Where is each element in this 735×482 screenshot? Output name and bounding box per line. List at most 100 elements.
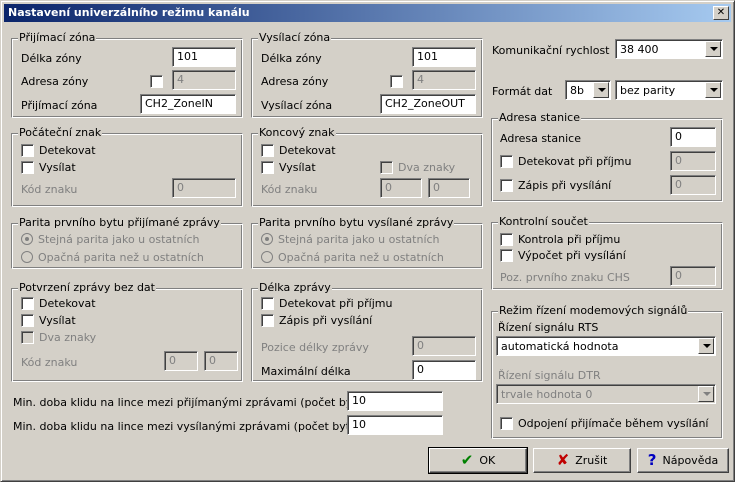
receive-zone-length-input[interactable]: 101: [172, 47, 236, 67]
cancel-button[interactable]: ✘ Zrušit: [533, 448, 631, 473]
receive-zone-address-input[interactable]: 4: [172, 70, 236, 90]
send-zone-name-label: Vysílací zóna: [261, 99, 333, 112]
end-char-detect-label: Detekovat: [279, 144, 336, 157]
ack-nodata-send-label: Vysílat: [39, 314, 76, 327]
comm-bits-value: 8b: [570, 84, 584, 97]
end-char-two-chars-label: Dva znaky: [398, 161, 456, 174]
window-title: Nastavení univerzálního režimu kanálu: [8, 6, 250, 19]
checksum-tx-checkbox[interactable]: [500, 249, 513, 262]
modem-dtr-value: trvale hodnota 0: [501, 388, 593, 401]
send-zone-name-input[interactable]: CH2_ZoneOUT: [380, 94, 476, 114]
chevron-down-icon[interactable]: [593, 82, 609, 98]
chevron-down-icon[interactable]: [705, 82, 721, 98]
send-zone-legend: Vysílací zóna: [258, 31, 332, 44]
start-char-code-input[interactable]: 0: [172, 178, 236, 198]
ack-nodata-two-chars-checkbox[interactable]: [21, 331, 34, 344]
end-char-code-input-1[interactable]: 0: [380, 178, 422, 198]
start-char-send-checkbox[interactable]: [21, 161, 34, 174]
chevron-down-icon[interactable]: [698, 338, 714, 354]
parity-tx-diff-radio[interactable]: [261, 251, 273, 263]
end-char-code-input-2[interactable]: 0: [428, 178, 470, 198]
parity-tx-diff-label: Opačná parita než u ostatních: [278, 251, 444, 264]
msg-length-pos-label: Pozice délky zprávy: [261, 341, 369, 354]
comm-speed-value: 38 400: [620, 43, 659, 56]
ack-nodata-code-input-1[interactable]: 0: [164, 351, 198, 371]
msg-length-write-checkbox[interactable]: [261, 314, 274, 327]
modem-group: Režim řízení modemových signálů Řízení s…: [491, 304, 723, 439]
parity-rx-diff-label: Opačná parita než u ostatních: [38, 251, 204, 264]
question-icon: ?: [647, 451, 657, 469]
msg-length-legend: Délka zprávy: [258, 281, 332, 294]
modem-disconnect-checkbox[interactable]: [500, 417, 513, 430]
modem-rts-select[interactable]: automatická hodnota: [496, 336, 716, 356]
end-char-send-checkbox[interactable]: [261, 161, 274, 174]
msg-length-write-label: Zápis při vysílání: [279, 314, 373, 327]
start-char-group: Počáteční znak Detekovat Vysílat Kód zna…: [11, 126, 243, 207]
modem-dtr-select[interactable]: trvale hodnota 0: [496, 384, 716, 404]
end-char-legend: Koncový znak: [258, 126, 336, 139]
msg-length-pos-input[interactable]: 0: [412, 336, 476, 356]
send-zone-address-input[interactable]: 4: [412, 70, 476, 90]
idle-rx-input[interactable]: 10: [347, 391, 443, 411]
receive-zone-legend: Přijímací zóna: [18, 31, 97, 44]
dialog-window: Nastavení univerzálního režimu kanálu ✕ …: [0, 0, 735, 482]
end-char-two-chars-checkbox[interactable]: [380, 161, 393, 174]
checksum-group: Kontrolní součet Kontrola při příjmu Výp…: [491, 215, 723, 290]
chevron-down-icon[interactable]: [705, 41, 721, 57]
help-button[interactable]: ? Nápověda: [637, 448, 729, 473]
start-char-send-label: Vysílat: [39, 161, 76, 174]
ack-nodata-detect-checkbox[interactable]: [21, 297, 34, 310]
parity-rx-same-label: Stejná parita jako u ostatních: [38, 233, 200, 246]
receive-zone-name-label: Přijímací zóna: [21, 99, 98, 112]
help-button-label: Nápověda: [662, 454, 719, 467]
checksum-pos-label: Poz. prvního znaku CHS: [500, 271, 630, 284]
station-addr-input[interactable]: 0: [670, 127, 716, 147]
station-detect-checkbox[interactable]: [500, 155, 513, 168]
modem-dtr-label: Řízení signálu DTR: [498, 369, 601, 382]
ack-nodata-send-checkbox[interactable]: [21, 314, 34, 327]
msg-length-detect-checkbox[interactable]: [261, 297, 274, 310]
title-bar[interactable]: Nastavení univerzálního režimu kanálu ✕: [4, 4, 731, 22]
msg-length-group: Délka zprávy Detekovat při příjmu Zápis …: [251, 281, 483, 382]
comm-speed-select[interactable]: 38 400: [615, 39, 723, 59]
end-char-detect-checkbox[interactable]: [261, 144, 274, 157]
receive-zone-address-checkbox[interactable]: [150, 75, 163, 88]
msg-length-max-input[interactable]: 0: [412, 360, 476, 380]
station-detect-label: Detekovat při příjmu: [518, 155, 632, 168]
parity-tx-same-radio[interactable]: [261, 233, 273, 245]
comm-speed-label: Komunikační rychlost: [492, 44, 610, 57]
send-zone-length-input[interactable]: 101: [412, 47, 476, 67]
ack-nodata-code-label: Kód znaku: [21, 356, 78, 369]
check-icon: ✔: [460, 451, 474, 469]
start-char-detect-checkbox[interactable]: [21, 144, 34, 157]
modem-rts-value: automatická hodnota: [501, 340, 619, 353]
receive-zone-address-label: Adresa zóny: [21, 75, 89, 88]
parity-rx-same-radio[interactable]: [21, 233, 33, 245]
ok-button[interactable]: ✔ OK: [428, 447, 528, 474]
msg-length-max-label: Maximální délka: [261, 365, 351, 378]
send-zone-address-checkbox[interactable]: [390, 75, 403, 88]
station-detect-input[interactable]: 0: [670, 151, 716, 171]
parity-tx-legend: Parita prvního bytu vysílané zprávy: [258, 216, 455, 229]
close-button[interactable]: ✕: [713, 6, 729, 20]
ack-nodata-code-input-2[interactable]: 0: [204, 351, 238, 371]
end-char-group: Koncový znak Detekovat Vysílat Dva znaky…: [251, 126, 483, 207]
comm-format-label: Formát dat: [492, 85, 553, 98]
station-write-checkbox[interactable]: [500, 179, 513, 192]
idle-tx-input[interactable]: 10: [347, 415, 443, 435]
checksum-rx-checkbox[interactable]: [500, 233, 513, 246]
comm-bits-select[interactable]: 8b: [565, 80, 611, 100]
ack-nodata-group: Potvrzení zprávy bez dat Detekovat Vysíl…: [11, 281, 243, 382]
send-zone-address-label: Adresa zóny: [261, 75, 329, 88]
comm-parity-select[interactable]: bez parity: [615, 80, 723, 100]
parity-rx-group: Parita prvního bytu přijímané zprávy Ste…: [11, 216, 243, 269]
parity-rx-legend: Parita prvního bytu přijímané zprávy: [18, 216, 221, 229]
station-write-input[interactable]: 0: [670, 175, 716, 195]
parity-rx-diff-radio[interactable]: [21, 251, 33, 263]
idle-tx-label: Min. doba klidu na lince mezi vysílanými…: [13, 420, 362, 433]
modem-disconnect-label: Odpojení přijímače během vysílání: [518, 417, 709, 430]
receive-zone-name-input[interactable]: CH2_ZoneIN: [140, 94, 236, 114]
chevron-down-icon[interactable]: [698, 386, 714, 402]
checksum-pos-input[interactable]: 0: [670, 266, 716, 286]
comm-parity-value: bez parity: [620, 84, 676, 97]
